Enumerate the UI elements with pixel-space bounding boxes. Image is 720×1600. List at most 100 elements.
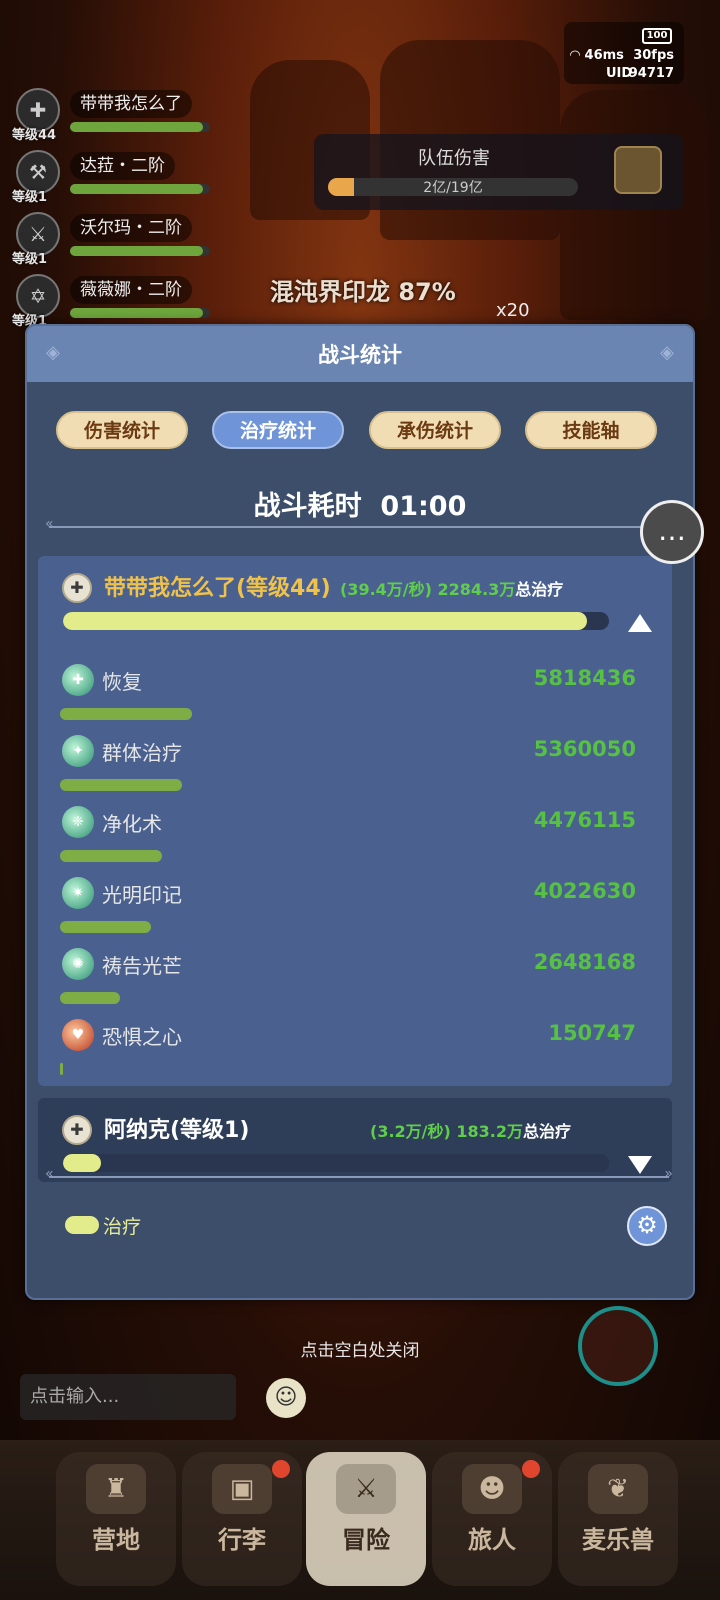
tab-damage-taken-stats[interactable]: 承伤统计 <box>369 411 501 449</box>
skill-name: 恐惧之心 <box>102 1025 182 1049</box>
skill-value: 2648168 <box>533 950 636 974</box>
crossed-swords-icon: ⚔ <box>336 1464 396 1514</box>
party-list: ✚ 等级44 带带我怎么了 ⚒ 等级1 达菈・二阶 ⚔ 等级1 沃尔玛・二阶 ✡… <box>12 86 212 334</box>
skill-value: 5818436 <box>533 666 636 690</box>
skill-name: 净化术 <box>102 812 162 836</box>
emoji-icon[interactable]: ☺ <box>266 1378 306 1418</box>
skill-bar <box>60 921 151 933</box>
team-damage-title: 队伍伤害 <box>418 148 490 169</box>
member-hp-bar <box>70 184 210 194</box>
chat-input[interactable]: 点击输入... <box>20 1374 236 1420</box>
group-heal-icon: ✦ <box>62 735 94 767</box>
heal-share-bar <box>63 612 609 630</box>
skill-row: ✚ 恢复 5818436 <box>60 664 640 734</box>
team-damage-value: 2亿/19亿 <box>423 180 483 196</box>
skill-name: 祷告光芒 <box>102 954 182 978</box>
expand-arrow-icon[interactable] <box>628 1156 652 1174</box>
status-panel: 100 ◠ 46ms 30fps UID 94717 <box>564 22 684 84</box>
skill-name: 群体治疗 <box>102 741 182 765</box>
fps-readout: 30fps <box>633 48 674 63</box>
fox-icon: ❦ <box>588 1464 648 1514</box>
skill-orb-icon[interactable] <box>578 1306 658 1386</box>
skill-bar <box>60 708 192 720</box>
corner-ornament-icon: ◈ <box>660 342 674 363</box>
treasure-chest-icon[interactable] <box>614 146 662 194</box>
battle-duration: 战斗耗时 01:00 <box>253 491 467 522</box>
heal-share-bar <box>63 1154 609 1172</box>
bottom-nav: ♜ 营地 ▣ 行李 ⚔ 冒险 ☻ 旅人 ❦ 麦乐兽 <box>0 1440 720 1600</box>
class-emblem-icon: ✚ <box>62 1115 92 1145</box>
skill-bar <box>60 992 120 1004</box>
class-emblem-icon: ✚ <box>62 573 92 603</box>
uid-value: 94717 <box>628 66 674 81</box>
skill-row: ✦ 群体治疗 5360050 <box>60 735 640 805</box>
settings-gear-icon[interactable]: ⚙ <box>627 1206 667 1246</box>
tab-healing-stats[interactable]: 治疗统计 <box>212 411 344 449</box>
player-name: 阿纳克(等级1) <box>104 1118 250 1143</box>
member-level: 等级1 <box>12 190 48 205</box>
member-name: 带带我怎么了 <box>70 90 192 118</box>
heal-rate: (3.2万/秒) 183.2万总治疗 <box>370 1122 572 1141</box>
tab-skill-timeline[interactable]: 技能轴 <box>525 411 657 449</box>
divider <box>45 516 673 532</box>
skill-value: 5360050 <box>533 737 636 761</box>
ping-readout: ◠ 46ms <box>570 48 624 63</box>
team-damage-panel: 队伍伤害 2亿/19亿 <box>314 134 684 210</box>
character-icon: ☻ <box>462 1464 522 1514</box>
legend-swatch <box>65 1216 99 1234</box>
skill-bar <box>60 850 162 862</box>
collapse-arrow-icon[interactable] <box>628 614 652 632</box>
panel-header: ◈ 战斗统计 ◈ <box>27 326 693 382</box>
heal-icon: ✚ <box>62 664 94 696</box>
player-heal-card[interactable]: ✚ 阿纳克(等级1) (3.2万/秒) 183.2万总治疗 <box>38 1098 672 1182</box>
skill-value: 4022630 <box>533 879 636 903</box>
player-name: 带带我怎么了(等级44) <box>104 576 331 601</box>
nav-camp[interactable]: ♜ 营地 <box>56 1452 176 1586</box>
panel-title: 战斗统计 <box>318 343 402 367</box>
party-member[interactable]: ⚒ 等级1 达菈・二阶 <box>12 148 212 210</box>
skill-bar <box>60 1063 63 1075</box>
fear-heart-icon: ♥ <box>62 1019 94 1051</box>
nav-pets[interactable]: ❦ 麦乐兽 <box>558 1452 678 1586</box>
light-mark-icon: ✷ <box>62 877 94 909</box>
member-level: 等级44 <box>12 128 57 143</box>
prayer-icon: ✺ <box>62 948 94 980</box>
heal-rate: (39.4万/秒) 2284.3万总治疗 <box>340 580 564 599</box>
skill-row: ❈ 净化术 4476115 <box>60 806 640 876</box>
battery-indicator: 100 <box>642 28 672 44</box>
notification-dot <box>522 1460 540 1478</box>
nav-adventure[interactable]: ⚔ 冒险 <box>306 1452 426 1586</box>
chest-icon: ▣ <box>212 1464 272 1514</box>
purify-icon: ❈ <box>62 806 94 838</box>
skill-name: 恢复 <box>102 670 142 694</box>
player-heal-card[interactable]: ✚ 带带我怎么了(等级44) (39.4万/秒) 2284.3万总治疗 ✚ 恢复… <box>38 556 672 1086</box>
member-name: 薇薇娜・二阶 <box>70 276 192 304</box>
skill-row: ✷ 光明印记 4022630 <box>60 877 640 947</box>
skill-row: ✺ 祷告光芒 2648168 <box>60 948 640 1018</box>
member-hp-bar <box>70 246 210 256</box>
skill-bar <box>60 779 182 791</box>
member-level: 等级1 <box>12 252 48 267</box>
tab-damage-stats[interactable]: 伤害统计 <box>56 411 188 449</box>
skill-value: 150747 <box>548 1021 636 1045</box>
chat-bubble-button[interactable]: … <box>640 500 704 564</box>
member-hp-bar <box>70 308 210 318</box>
boss-name: 混沌界印龙 87% <box>270 278 456 306</box>
skill-name: 光明印记 <box>102 883 182 907</box>
skill-row: ♥ 恐惧之心 150747 <box>60 1019 640 1089</box>
nav-luggage[interactable]: ▣ 行李 <box>182 1452 302 1586</box>
legend-label: 治疗 <box>103 1216 142 1238</box>
member-name: 沃尔玛・二阶 <box>70 214 192 242</box>
divider <box>45 1166 673 1182</box>
wifi-icon: ◠ <box>570 48 580 63</box>
member-hp-bar <box>70 122 210 132</box>
castle-icon: ♜ <box>86 1464 146 1514</box>
party-member[interactable]: ✚ 等级44 带带我怎么了 <box>12 86 212 148</box>
boss-multiplier: x20 <box>496 300 530 321</box>
party-member[interactable]: ⚔ 等级1 沃尔玛・二阶 <box>12 210 212 272</box>
notification-dot <box>272 1460 290 1478</box>
nav-travelers[interactable]: ☻ 旅人 <box>432 1452 552 1586</box>
battle-stats-panel: ◈ 战斗统计 ◈ 伤害统计 治疗统计 承伤统计 技能轴 战斗耗时 01:00 ✚… <box>25 324 695 1300</box>
skill-value: 4476115 <box>533 808 636 832</box>
member-name: 达菈・二阶 <box>70 152 175 180</box>
